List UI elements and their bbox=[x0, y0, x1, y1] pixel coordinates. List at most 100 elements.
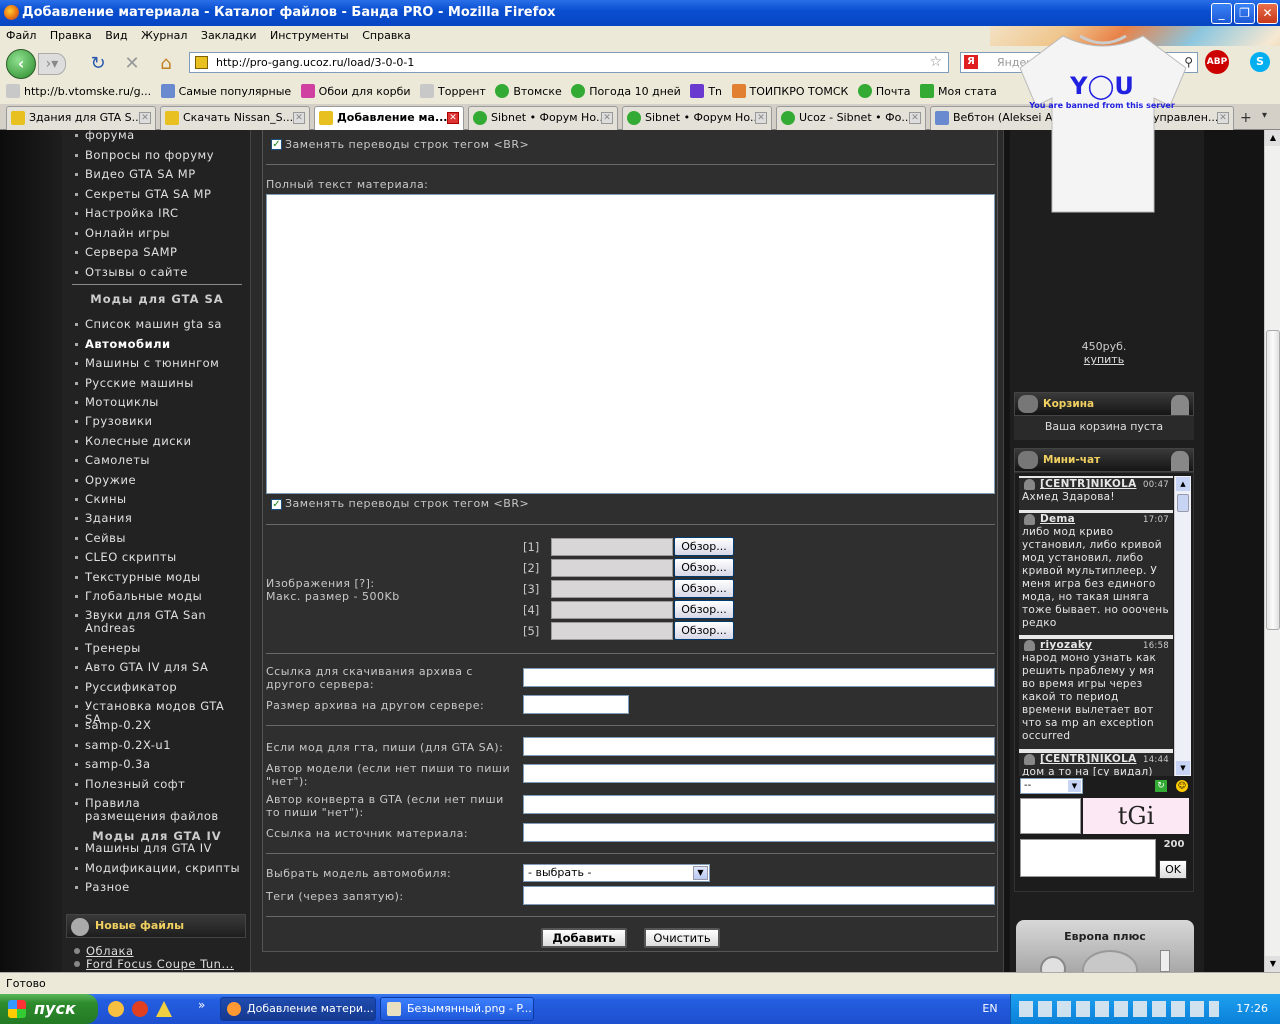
sidebar-item[interactable]: Настройка IRC bbox=[72, 207, 242, 220]
scroll-up-icon[interactable]: ▲ bbox=[1176, 477, 1190, 491]
browse-button-2[interactable]: Обзор... bbox=[674, 558, 734, 577]
sidebar-item[interactable]: CLEO скрипты bbox=[72, 551, 242, 564]
sidebar-item[interactable]: Скины bbox=[72, 493, 242, 506]
sidebar-item[interactable]: Машины для GTA IV bbox=[72, 842, 242, 855]
bookmark-item[interactable]: Почта bbox=[857, 80, 911, 104]
menu-tools[interactable]: Инструменты bbox=[266, 26, 353, 46]
bookmark-item[interactable]: Моя стата bbox=[920, 80, 997, 104]
bookmark-item[interactable]: http://b.vtomske.ru/g... bbox=[6, 80, 151, 104]
tab-close-icon[interactable]: ✕ bbox=[755, 112, 767, 124]
download-link-input[interactable] bbox=[523, 668, 995, 687]
tray-icons[interactable] bbox=[1019, 1001, 1219, 1017]
volume-icon[interactable] bbox=[1160, 950, 1170, 972]
sidebar-item[interactable]: Авто GTA IV для SA bbox=[72, 661, 242, 674]
buy-link[interactable]: купить bbox=[1014, 353, 1194, 366]
scroll-thumb[interactable] bbox=[1266, 330, 1280, 630]
sidebar-item[interactable]: Полезный софт bbox=[72, 778, 242, 791]
bookmark-item[interactable]: Обои для корби bbox=[300, 80, 411, 104]
submit-button[interactable]: Добавить bbox=[541, 928, 627, 948]
browse-button-4[interactable]: Обзор... bbox=[674, 600, 734, 619]
tab-close-icon[interactable]: ✕ bbox=[601, 112, 613, 124]
image-file-input-4[interactable] bbox=[551, 601, 673, 619]
sidebar-item[interactable]: Здания bbox=[72, 512, 242, 525]
back-button[interactable]: ‹ bbox=[6, 49, 36, 79]
sidebar-item[interactable]: Тренеры bbox=[72, 642, 242, 655]
image-file-input-1[interactable] bbox=[551, 538, 673, 556]
tab-close-icon[interactable]: ✕ bbox=[447, 112, 459, 124]
chat-smiley-select[interactable]: -- ▼ bbox=[1020, 778, 1083, 794]
scroll-down-icon[interactable]: ▼ bbox=[1265, 956, 1280, 972]
tab[interactable]: Здания для GTA S... ✕ bbox=[6, 106, 156, 130]
quicklaunch-icon[interactable] bbox=[132, 1001, 148, 1017]
tab-close-icon[interactable]: ✕ bbox=[1217, 112, 1229, 124]
chat-send-button[interactable]: OK bbox=[1159, 860, 1187, 879]
sidebar-item[interactable]: Мотоциклы bbox=[72, 396, 242, 409]
captcha-input[interactable] bbox=[1020, 798, 1081, 834]
sidebar-item[interactable]: Вопросы по форуму bbox=[72, 149, 242, 162]
car-model-select[interactable]: - выбрать - ▼ bbox=[523, 864, 710, 882]
page-scrollbar[interactable]: ▲ ▼ bbox=[1264, 130, 1280, 972]
refresh-icon[interactable]: ↻ bbox=[1155, 780, 1167, 792]
tab-list-icon[interactable]: ▾ bbox=[1262, 110, 1267, 121]
chat-scrollbar[interactable]: ▲ ▼ bbox=[1174, 476, 1191, 776]
sidebar-item-active[interactable]: Автомобили bbox=[72, 338, 242, 351]
tab[interactable]: Sibnet • Форум Но... ✕ bbox=[468, 106, 618, 130]
sidebar-item[interactable]: Сервера SAMP bbox=[72, 246, 242, 259]
sidebar-item[interactable]: Онлайн игры bbox=[72, 227, 242, 240]
adblock-icon[interactable]: ABP bbox=[1205, 50, 1229, 74]
start-button[interactable]: пуск bbox=[0, 994, 98, 1024]
browse-button-3[interactable]: Обзор... bbox=[674, 579, 734, 598]
sidebar-item[interactable]: Колесные диски bbox=[72, 435, 242, 448]
tab[interactable]: Скачать Nissan_S... ✕ bbox=[160, 106, 310, 130]
br-checkbox-1[interactable]: ✓ bbox=[271, 139, 282, 150]
br-checkbox-2[interactable]: ✓ bbox=[271, 499, 282, 510]
sidebar-item[interactable]: Оружие bbox=[72, 474, 242, 487]
tab-close-icon[interactable]: ✕ bbox=[909, 112, 921, 124]
tab[interactable]: Sibnet • Форум Но... ✕ bbox=[622, 106, 772, 130]
browse-button-5[interactable]: Обзор... bbox=[674, 621, 734, 640]
url-bar[interactable]: http://pro-gang.ucoz.ru/load/3-0-0-1 ☆ bbox=[189, 52, 949, 73]
tab-close-icon[interactable]: ✕ bbox=[293, 112, 305, 124]
image-file-input-3[interactable] bbox=[551, 580, 673, 598]
new-file-link[interactable]: Ford Focus Coupe Tun... bbox=[74, 957, 234, 971]
home-icon[interactable]: ⌂ bbox=[156, 54, 176, 74]
tab[interactable]: Ucoz - Sibnet • Фо... ✕ bbox=[776, 106, 926, 130]
sidebar-item[interactable]: Самолеты bbox=[72, 454, 242, 467]
sidebar-item[interactable]: Секреты GTA SA MP bbox=[72, 188, 242, 201]
stop-icon[interactable]: ✕ bbox=[122, 54, 142, 74]
reset-button[interactable]: Очистить bbox=[644, 928, 720, 948]
sidebar-item[interactable]: форума bbox=[72, 129, 242, 142]
sidebar-item[interactable]: Сейвы bbox=[72, 532, 242, 545]
fulltext-textarea[interactable] bbox=[266, 194, 995, 494]
bookmark-item[interactable]: Погода 10 дней bbox=[571, 80, 681, 104]
menu-bookmarks[interactable]: Закладки bbox=[197, 26, 261, 46]
image-file-input-2[interactable] bbox=[551, 559, 673, 577]
play-icon[interactable] bbox=[1082, 950, 1138, 972]
new-tab-icon[interactable]: + bbox=[1240, 110, 1252, 126]
quicklaunch-icon[interactable] bbox=[108, 1001, 124, 1017]
radio-widget[interactable]: Европа плюс bbox=[1016, 920, 1194, 972]
menu-file[interactable]: Файл bbox=[2, 26, 40, 46]
sidebar-item[interactable]: Грузовики bbox=[72, 415, 242, 428]
converter-author-input[interactable] bbox=[523, 795, 995, 814]
bookmark-item[interactable]: Самые популярные bbox=[160, 80, 291, 104]
scroll-up-icon[interactable]: ▲ bbox=[1265, 130, 1280, 146]
smiley-icon[interactable]: ☺ bbox=[1176, 780, 1188, 792]
taskbar-item-firefox[interactable]: Добавление матери... bbox=[220, 997, 376, 1021]
skype-icon[interactable]: S bbox=[1250, 52, 1270, 72]
sidebar-item[interactable]: Разное bbox=[72, 881, 242, 894]
bookmark-item[interactable]: Торрент bbox=[420, 80, 486, 104]
sidebar-item[interactable]: Видео GTA SA MP bbox=[72, 168, 242, 181]
sidebar-item[interactable]: Глобальные моды bbox=[72, 590, 242, 603]
tshirt-image[interactable]: Y◯U You are banned from this server bbox=[1018, 28, 1188, 214]
menu-history[interactable]: Журнал bbox=[137, 26, 191, 46]
quicklaunch-more-icon[interactable]: » bbox=[198, 998, 205, 1012]
sidebar-item[interactable]: Правила размещения файлов bbox=[72, 797, 222, 823]
tab-close-icon[interactable]: ✕ bbox=[139, 112, 151, 124]
reload-icon[interactable]: ↻ bbox=[88, 54, 108, 74]
forward-button[interactable]: ›▾ bbox=[38, 53, 66, 75]
radio-prev-icon[interactable] bbox=[1040, 956, 1066, 972]
gta-mod-input[interactable] bbox=[523, 737, 995, 756]
sidebar-item[interactable]: samp-0.3a bbox=[72, 758, 242, 771]
browse-button-1[interactable]: Обзор... bbox=[674, 537, 734, 556]
